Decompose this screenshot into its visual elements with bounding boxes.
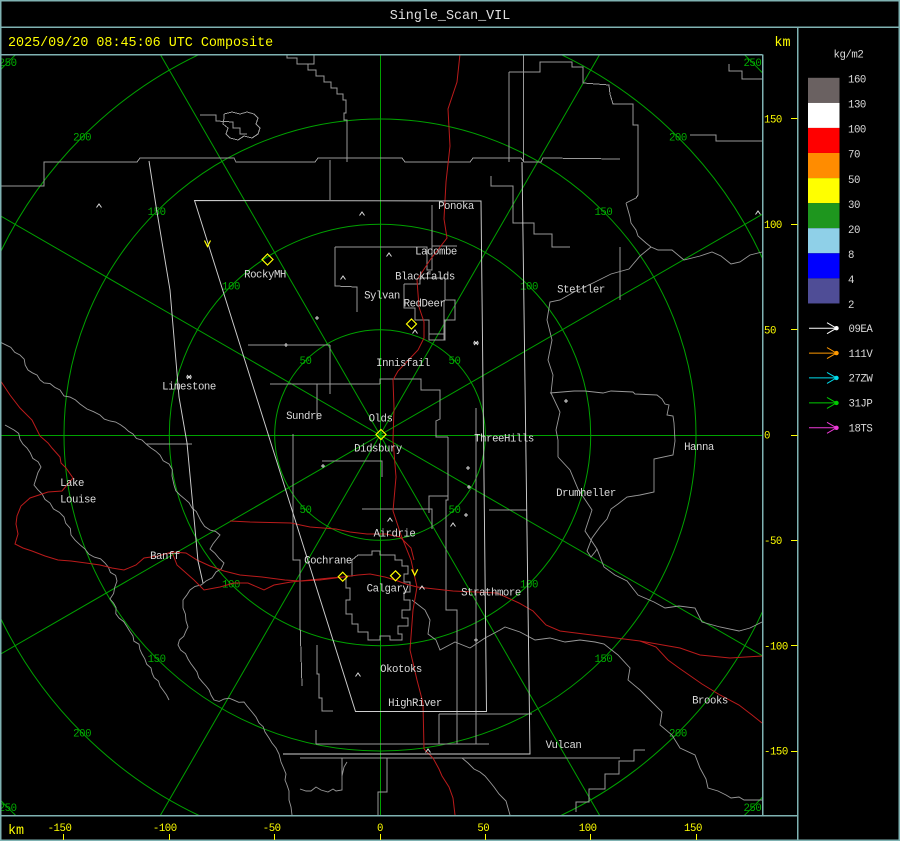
svg-text:ThreeHills: ThreeHills [474, 434, 534, 446]
svg-text:Brooks: Brooks [692, 696, 728, 708]
svg-text:-100: -100 [153, 823, 177, 835]
svg-text:Innisfail: Innisfail [376, 358, 430, 370]
svg-text:200: 200 [669, 133, 687, 145]
svg-text:100: 100 [848, 125, 866, 137]
svg-text:50: 50 [848, 175, 860, 187]
svg-text:Lacombe: Lacombe [415, 247, 457, 259]
svg-text:Louise: Louise [60, 495, 96, 507]
svg-text:2025/09/20 08:45:06 UTC Compos: 2025/09/20 08:45:06 UTC Composite [8, 36, 273, 51]
svg-text:0: 0 [764, 431, 770, 443]
svg-text:4: 4 [848, 275, 854, 287]
svg-text:RockyMH: RockyMH [244, 270, 286, 282]
svg-text:Okotoks: Okotoks [380, 664, 422, 676]
svg-text:27ZW: 27ZW [849, 374, 874, 386]
svg-text:250: 250 [0, 803, 17, 815]
svg-text:100: 100 [520, 580, 538, 592]
svg-text:111V: 111V [849, 349, 874, 361]
svg-text:50: 50 [300, 356, 312, 368]
svg-text:2: 2 [848, 300, 854, 312]
svg-text:200: 200 [73, 133, 91, 145]
svg-text:Sundre: Sundre [286, 411, 322, 423]
svg-text:100: 100 [222, 282, 240, 294]
svg-text:Airdrie: Airdrie [374, 529, 416, 541]
svg-text:-100: -100 [764, 641, 788, 653]
svg-text:150: 150 [148, 654, 166, 666]
svg-text:150: 150 [594, 207, 612, 219]
svg-text:Didsbury: Didsbury [354, 444, 403, 456]
svg-text:70: 70 [848, 150, 860, 162]
svg-text:09EA: 09EA [849, 324, 874, 336]
svg-text:-150: -150 [764, 747, 788, 759]
svg-text:8: 8 [848, 250, 854, 262]
svg-text:50: 50 [449, 356, 461, 368]
svg-text:150: 150 [684, 823, 702, 835]
svg-text:Stettler: Stettler [557, 285, 605, 297]
svg-text:50: 50 [449, 505, 461, 517]
svg-text:Ponoka: Ponoka [438, 201, 475, 213]
svg-text:Lake: Lake [60, 478, 84, 490]
svg-text:100: 100 [520, 282, 538, 294]
svg-text:18TS: 18TS [849, 424, 873, 436]
svg-text:30: 30 [848, 200, 860, 212]
svg-text:km: km [774, 36, 790, 51]
svg-text:Olds: Olds [369, 414, 393, 426]
svg-text:0: 0 [377, 823, 383, 835]
svg-text:kg/m2: kg/m2 [834, 50, 864, 62]
svg-text:Single_Scan_VIL: Single_Scan_VIL [390, 9, 511, 24]
svg-text:Vulcan: Vulcan [546, 740, 582, 752]
svg-text:HighRiver: HighRiver [388, 698, 442, 710]
svg-text:-50: -50 [764, 536, 782, 548]
svg-text:Banff: Banff [150, 551, 180, 563]
svg-text:-50: -50 [263, 823, 281, 835]
svg-text:160: 160 [848, 75, 866, 87]
svg-text:100: 100 [579, 823, 597, 835]
svg-text:200: 200 [73, 728, 91, 740]
svg-text:Strathmore: Strathmore [461, 588, 521, 600]
svg-text:150: 150 [764, 115, 782, 127]
svg-text:250: 250 [743, 803, 761, 815]
svg-text:-150: -150 [48, 823, 72, 835]
svg-text:250: 250 [743, 58, 761, 70]
svg-text:50: 50 [764, 325, 776, 337]
svg-text:100: 100 [764, 220, 782, 232]
svg-text:20: 20 [848, 225, 860, 237]
svg-text:50: 50 [477, 823, 489, 835]
svg-text:RedDeer: RedDeer [404, 299, 446, 311]
svg-text:31JP: 31JP [849, 399, 873, 411]
svg-text:Cochrane: Cochrane [304, 556, 352, 568]
svg-text:Calgary: Calgary [367, 584, 410, 596]
svg-text:km: km [8, 824, 24, 839]
svg-text:130: 130 [848, 100, 866, 112]
svg-text:Limestone: Limestone [162, 382, 216, 394]
svg-text:150: 150 [594, 654, 612, 666]
svg-text:Hanna: Hanna [684, 442, 715, 454]
svg-text:250: 250 [0, 58, 17, 70]
svg-text:50: 50 [300, 505, 312, 517]
svg-text:Sylvan: Sylvan [364, 291, 400, 303]
svg-text:Drumheller: Drumheller [556, 488, 616, 500]
svg-text:Blackfalds: Blackfalds [395, 272, 455, 284]
